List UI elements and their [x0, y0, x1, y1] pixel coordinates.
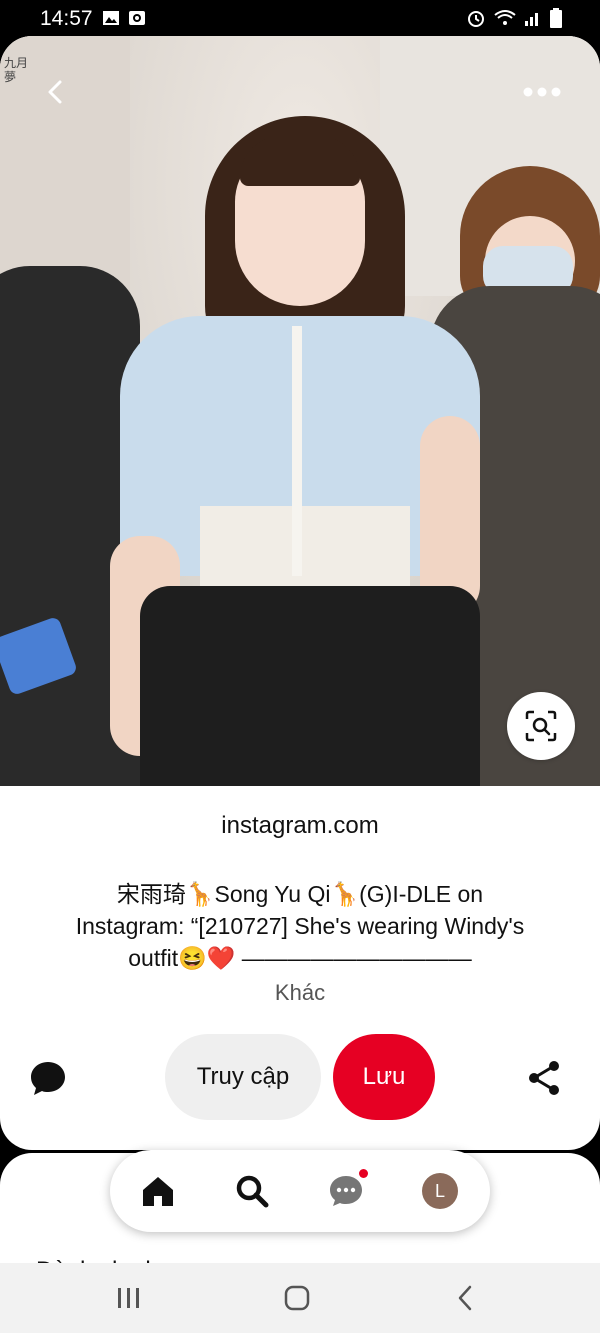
system-nav-bar: [0, 1263, 600, 1333]
nav-home[interactable]: [138, 1171, 178, 1211]
back-button[interactable]: [40, 76, 72, 108]
alarm-icon: [468, 11, 484, 27]
more-options-button[interactable]: [520, 80, 564, 104]
search-icon: [236, 1175, 269, 1208]
status-bar: 14:57: [0, 0, 600, 36]
avatar: L: [422, 1173, 458, 1209]
status-icons: [466, 8, 562, 28]
visit-button[interactable]: Truy cập: [165, 1034, 321, 1120]
more-link[interactable]: Khác: [0, 980, 600, 1006]
notification-dot: [359, 1169, 368, 1178]
home-icon: [143, 1177, 173, 1206]
recent-apps-button[interactable]: [108, 1283, 148, 1313]
bottom-nav: L: [110, 1150, 490, 1232]
status-time: 14:57: [40, 7, 93, 30]
home-system-button[interactable]: [277, 1283, 317, 1313]
pin-description: 宋雨琦🦒Song Yu Qi🦒(G)I-DLE on Instagram: “[…: [75, 881, 525, 971]
wifi-icon: [494, 10, 516, 25]
signal-icon: [525, 13, 538, 26]
watermark: 九月夢: [4, 56, 29, 84]
app-notification-icon: [129, 11, 145, 25]
battery-icon: [550, 8, 562, 28]
share-button[interactable]: [524, 1058, 564, 1098]
pin-card: 九月夢 instagram.com 宋雨琦🦒Song Yu Qi🦒(G)I-DL…: [0, 36, 600, 1150]
pin-source-link[interactable]: instagram.com: [0, 812, 600, 840]
nav-profile[interactable]: L: [420, 1171, 460, 1211]
save-button[interactable]: Lưu: [333, 1034, 435, 1120]
back-system-button[interactable]: [446, 1283, 486, 1313]
gallery-notification-icon: [103, 11, 119, 25]
lens-search-icon: [525, 710, 557, 742]
visual-search-button[interactable]: [507, 692, 575, 760]
nav-search[interactable]: [232, 1171, 272, 1211]
comment-button[interactable]: [28, 1058, 68, 1098]
nav-messages[interactable]: [326, 1169, 368, 1211]
pin-image[interactable]: 九月夢: [0, 36, 600, 786]
messages-icon: [330, 1176, 362, 1206]
